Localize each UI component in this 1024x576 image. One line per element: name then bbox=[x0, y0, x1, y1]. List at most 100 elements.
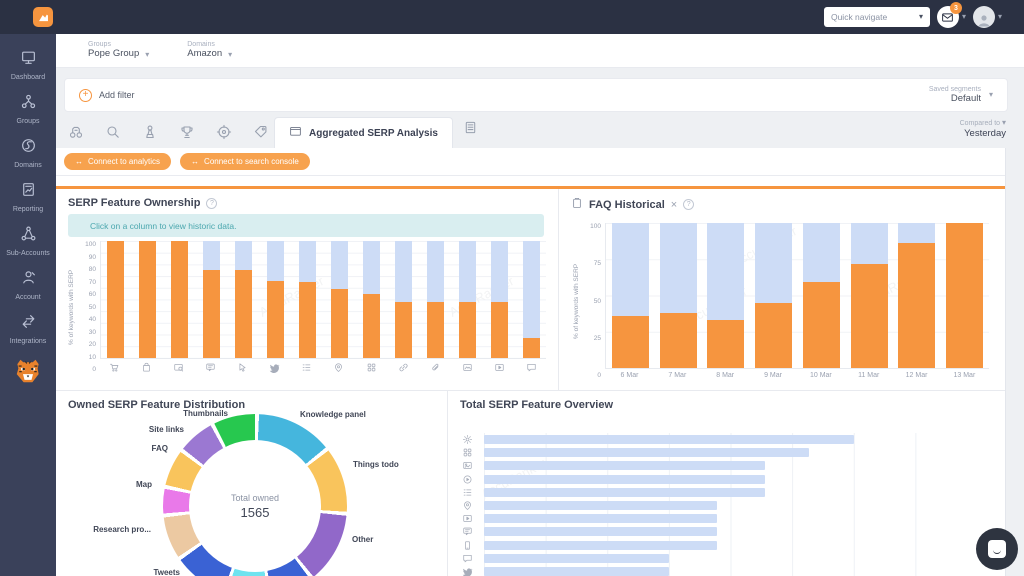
bar-link[interactable] bbox=[395, 241, 412, 358]
saved-segments-select[interactable]: Saved segments Default ▾ bbox=[929, 86, 993, 105]
bar bbox=[484, 461, 765, 470]
bar-col-6[interactable] bbox=[898, 223, 935, 368]
feature-row-video[interactable] bbox=[462, 512, 977, 525]
notifications-button[interactable]: 3 ▾ bbox=[937, 6, 966, 28]
feature-row-phone[interactable] bbox=[462, 539, 977, 552]
video-circle-icon bbox=[462, 474, 478, 485]
tab-search[interactable] bbox=[105, 124, 121, 140]
sidebar-nav: Dashboard Groups DomainsReportingSub-Accou… bbox=[0, 44, 56, 352]
sidebar-item-sub-accounts[interactable]: Sub-Accounts bbox=[0, 220, 56, 264]
feature-row-ads[interactable] bbox=[462, 433, 977, 446]
feature-row-featured-snippet[interactable] bbox=[462, 525, 977, 538]
y-tick: 0 bbox=[597, 372, 601, 379]
app-logo-icon[interactable] bbox=[33, 7, 53, 27]
feature-row-tweet[interactable] bbox=[462, 565, 977, 576]
bar-attachment[interactable] bbox=[427, 241, 444, 358]
bar-list[interactable] bbox=[299, 241, 316, 358]
sidebar-item-domains[interactable]: Domains bbox=[0, 132, 56, 176]
avatar bbox=[973, 6, 995, 28]
feature-row-comment[interactable] bbox=[462, 552, 977, 565]
feature-row-image[interactable] bbox=[462, 459, 977, 472]
bar-comment[interactable] bbox=[523, 241, 540, 358]
close-icon[interactable]: × bbox=[671, 199, 677, 211]
icon-tabs bbox=[56, 124, 269, 148]
bar-track bbox=[484, 541, 977, 550]
tab-notes[interactable] bbox=[463, 120, 478, 148]
bar bbox=[484, 527, 717, 536]
slice-label-map: Map bbox=[136, 480, 152, 489]
bar-tweet[interactable] bbox=[267, 241, 284, 358]
bar-video[interactable] bbox=[491, 241, 508, 358]
bar-image-search[interactable] bbox=[171, 241, 188, 358]
connect-search-console-button[interactable]: ↔Connect to search console bbox=[180, 153, 310, 170]
tab-chess-pawn[interactable] bbox=[142, 124, 158, 140]
compared-to-select[interactable]: Compared to ▾ Yesterday bbox=[960, 119, 1006, 140]
bar-col-2[interactable] bbox=[707, 223, 744, 368]
feature-row-apps[interactable] bbox=[462, 446, 977, 459]
breadcrumb: Groups Pope Group▾ Domains Amazon▾ bbox=[56, 34, 1024, 68]
faq-historical-chart: % of keywords with SERP10075502506 Mar7 … bbox=[573, 223, 989, 379]
feature-row-list[interactable] bbox=[462, 486, 977, 499]
tiger-mascot-icon[interactable] bbox=[13, 356, 43, 391]
sidebar-item-integrations[interactable]: Integrations bbox=[0, 308, 56, 352]
x-axis: 6 Mar7 Mar8 Mar9 Mar10 Mar11 Mar12 Mar13… bbox=[605, 369, 989, 379]
charts-area: SERP Feature Ownership? Click on a colum… bbox=[56, 186, 1005, 576]
bar-click-cursor[interactable] bbox=[235, 241, 252, 358]
bar-col-7[interactable] bbox=[946, 223, 983, 368]
tab-trophy[interactable] bbox=[179, 124, 195, 140]
sidebar-item-reporting[interactable]: Reporting bbox=[0, 176, 56, 220]
x-tick-label: 8 Mar bbox=[707, 372, 744, 379]
tab-binoculars[interactable] bbox=[68, 124, 84, 140]
bar-col-0[interactable] bbox=[612, 223, 649, 368]
sidebar-item-groups[interactable]: Groups bbox=[0, 88, 56, 132]
bar-featured-snippet[interactable] bbox=[203, 241, 220, 358]
y-tick: 70 bbox=[89, 279, 96, 286]
bar-col-4[interactable] bbox=[803, 223, 840, 368]
y-tick: 60 bbox=[89, 291, 96, 298]
bar-col-3[interactable] bbox=[755, 223, 792, 368]
bar-map-pin[interactable] bbox=[331, 241, 348, 358]
bar-shopping-cart[interactable] bbox=[107, 241, 124, 358]
donut-center-label: Total owned bbox=[231, 493, 279, 503]
chevron-down-icon: ▾ bbox=[998, 13, 1002, 21]
total-serp-feature-overview-chart bbox=[462, 433, 977, 576]
group-selector[interactable]: Groups Pope Group▾ bbox=[88, 41, 149, 60]
bar-thumbnail[interactable] bbox=[459, 241, 476, 358]
bar-col-5[interactable] bbox=[851, 223, 888, 368]
sidebar-item-label: Dashboard bbox=[11, 74, 45, 82]
sidebar-item-dashboard[interactable]: Dashboard bbox=[0, 44, 56, 88]
link-arrows-icon: ↔ bbox=[191, 157, 199, 166]
y-tick: 40 bbox=[89, 316, 96, 323]
bar-col-1[interactable] bbox=[660, 223, 697, 368]
chat-launcher-button[interactable] bbox=[976, 528, 1018, 570]
sidebar-item-account[interactable]: Account bbox=[0, 264, 56, 308]
bar bbox=[484, 448, 809, 457]
x-axis bbox=[100, 359, 546, 373]
quick-navigate-select[interactable]: Quick navigate ▾ bbox=[824, 7, 930, 27]
owned-serp-feature-distribution-panel: Owned SERP Feature Distribution Total ow… bbox=[56, 391, 447, 576]
feature-row-video-circle[interactable] bbox=[462, 473, 977, 486]
link-arrows-icon: ↔ bbox=[75, 157, 83, 166]
domains-icon bbox=[20, 137, 37, 159]
tab-tag[interactable] bbox=[253, 124, 269, 140]
plus-icon: + bbox=[79, 89, 92, 102]
sidebar-item-label: Groups bbox=[17, 118, 40, 126]
apps-icon bbox=[366, 362, 377, 373]
help-icon[interactable]: ? bbox=[206, 198, 217, 209]
bar-shopping-bag[interactable] bbox=[139, 241, 156, 358]
feature-row-map-pin[interactable] bbox=[462, 499, 977, 512]
domain-selector[interactable]: Domains Amazon▾ bbox=[187, 41, 232, 60]
y-tick: 10 bbox=[89, 354, 96, 361]
y-tick: 50 bbox=[594, 298, 601, 305]
chart-title: FAQ Historical bbox=[589, 199, 665, 211]
bar-apps[interactable] bbox=[363, 241, 380, 358]
tab-aggregated-serp-analysis[interactable]: Aggregated SERP Analysis bbox=[274, 117, 453, 148]
add-filter-button[interactable]: + Add filter bbox=[79, 89, 135, 102]
user-menu-button[interactable]: ▾ bbox=[973, 6, 1002, 28]
bar-track bbox=[484, 488, 977, 497]
tab-target[interactable] bbox=[216, 124, 232, 140]
integrations-icon bbox=[20, 313, 37, 335]
window-icon bbox=[289, 125, 302, 141]
connect-analytics-button[interactable]: ↔Connect to analytics bbox=[64, 153, 171, 170]
help-icon[interactable]: ? bbox=[683, 199, 694, 210]
